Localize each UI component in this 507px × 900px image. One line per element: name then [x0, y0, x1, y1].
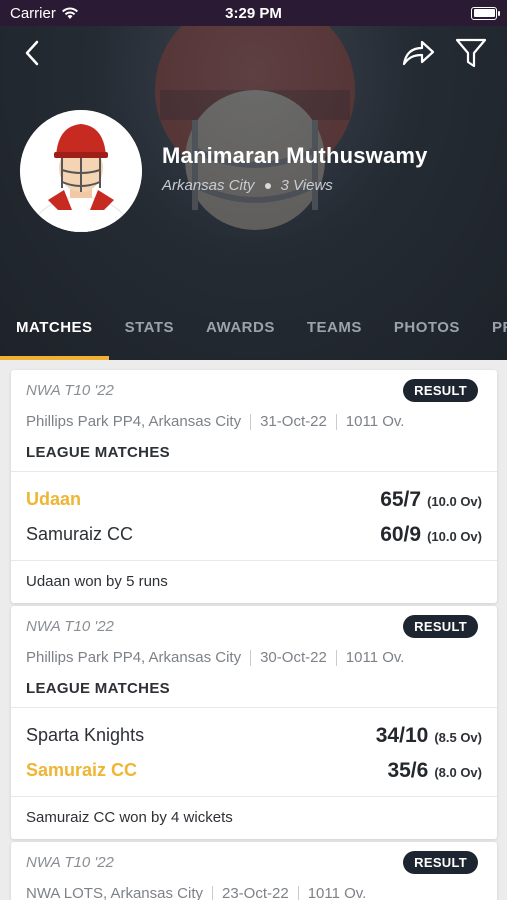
back-arrow-icon[interactable]: [18, 38, 48, 68]
tab-awards[interactable]: AWARDS: [190, 304, 291, 360]
match-card[interactable]: NWA T10 '22 RESULT NWA LOTS, Arkansas Ci…: [11, 842, 497, 900]
separator: [250, 649, 252, 666]
tab-teams[interactable]: TEAMS: [291, 304, 378, 360]
status-bar: Carrier 3:29 PM: [0, 0, 507, 26]
result-badge: RESULT: [403, 379, 478, 402]
team-name: Sparta Knights: [26, 725, 145, 745]
venue: Phillips Park PP4, Arkansas City: [26, 413, 242, 430]
match-overs: 1011 Ov.: [345, 413, 405, 430]
runs-wickets: 65/7: [380, 487, 422, 511]
match-overs: 1011 Ov.: [345, 649, 405, 666]
team-overs: (8.0 Ov): [434, 764, 482, 780]
profile-tabs: MATCHES STATS AWARDS TEAMS PHOTOS PROFIL…: [0, 304, 507, 360]
match-date: 23-Oct-22: [222, 885, 289, 900]
tab-stats[interactable]: STATS: [109, 304, 190, 360]
player-city: Arkansas City: [162, 177, 255, 194]
match-summary: Udaan won by 5 runs: [26, 573, 168, 590]
runs-wickets: 35/6: [387, 758, 429, 782]
team-score: 60/9 (10.0 Ov): [380, 523, 482, 547]
separator-dot: [264, 182, 271, 189]
result-badge: RESULT: [403, 615, 478, 638]
player-views: 3 Views: [280, 177, 333, 194]
team-scores: Sparta Knights 34/10 (8.5 Ov) Samuraiz C…: [11, 708, 497, 796]
match-summary: Samuraiz CC won by 4 wickets: [26, 809, 233, 826]
separator: [212, 885, 213, 900]
team-name: Samuraiz CC: [26, 524, 134, 544]
match-date: 31-Oct-22: [260, 413, 327, 430]
team-row: Udaan 65/7 (10.0 Ov): [26, 482, 482, 517]
separator: [250, 413, 252, 430]
team-row: Samuraiz CC 35/6 (8.0 Ov): [26, 753, 482, 788]
match-card[interactable]: NWA T10 '22 RESULT Phillips Park PP4, Ar…: [11, 606, 497, 839]
match-overs: 1011 Ov.: [307, 885, 367, 900]
tab-matches[interactable]: MATCHES: [0, 304, 109, 360]
match-card[interactable]: NWA T10 '22 RESULT Phillips Park PP4, Ar…: [11, 370, 497, 603]
match-type: LEAGUE MATCHES: [26, 444, 170, 461]
venue: NWA LOTS, Arkansas City: [26, 885, 203, 900]
venue-line: Phillips Park PP4, Arkansas City 31-Oct-…: [26, 413, 482, 430]
wifi-icon: [61, 7, 78, 19]
team-score: 65/7 (10.0 Ov): [380, 488, 482, 512]
separator: [297, 885, 299, 900]
venue: Phillips Park PP4, Arkansas City: [26, 649, 242, 666]
player-meta: Arkansas City 3 Views: [162, 177, 333, 194]
runs-wickets: 60/9: [380, 522, 422, 546]
result-badge: RESULT: [403, 851, 478, 874]
filter-icon[interactable]: [454, 36, 488, 70]
team-overs: (8.5 Ov): [434, 729, 482, 745]
tab-profile[interactable]: PROFILE: [476, 304, 507, 360]
cricketer-avatar-icon: [20, 110, 142, 232]
helmet-background-icon: [155, 0, 355, 230]
match-type: LEAGUE MATCHES: [26, 680, 170, 697]
profile-header: Carrier 3:29 PM Manimaran Muthuswamy Ark…: [0, 0, 507, 360]
runs-wickets: 34/10: [375, 723, 429, 747]
carrier-label: Carrier: [10, 4, 56, 22]
team-overs: (10.0 Ov): [427, 493, 482, 509]
team-name: Samuraiz CC: [26, 760, 138, 780]
venue-line: Phillips Park PP4, Arkansas City 30-Oct-…: [26, 649, 482, 666]
team-name: Udaan: [26, 489, 82, 509]
match-date: 30-Oct-22: [260, 649, 327, 666]
avatar: [20, 110, 142, 232]
team-row: Samuraiz CC 60/9 (10.0 Ov): [26, 517, 482, 552]
team-score: 35/6 (8.0 Ov): [387, 759, 482, 783]
share-icon[interactable]: [400, 38, 436, 68]
tab-photos[interactable]: PHOTOS: [378, 304, 476, 360]
team-score: 34/10 (8.5 Ov): [376, 724, 482, 748]
team-scores: Udaan 65/7 (10.0 Ov) Samuraiz CC 60/9 (1…: [11, 472, 497, 560]
separator: [335, 649, 337, 666]
battery-icon: [471, 6, 500, 20]
venue-line: NWA LOTS, Arkansas City 23-Oct-22 1011 O…: [26, 885, 482, 900]
team-row: Sparta Knights 34/10 (8.5 Ov): [26, 718, 482, 753]
player-name: Manimaran Muthuswamy: [162, 143, 428, 168]
team-overs: (10.0 Ov): [427, 528, 482, 544]
separator: [335, 413, 337, 430]
